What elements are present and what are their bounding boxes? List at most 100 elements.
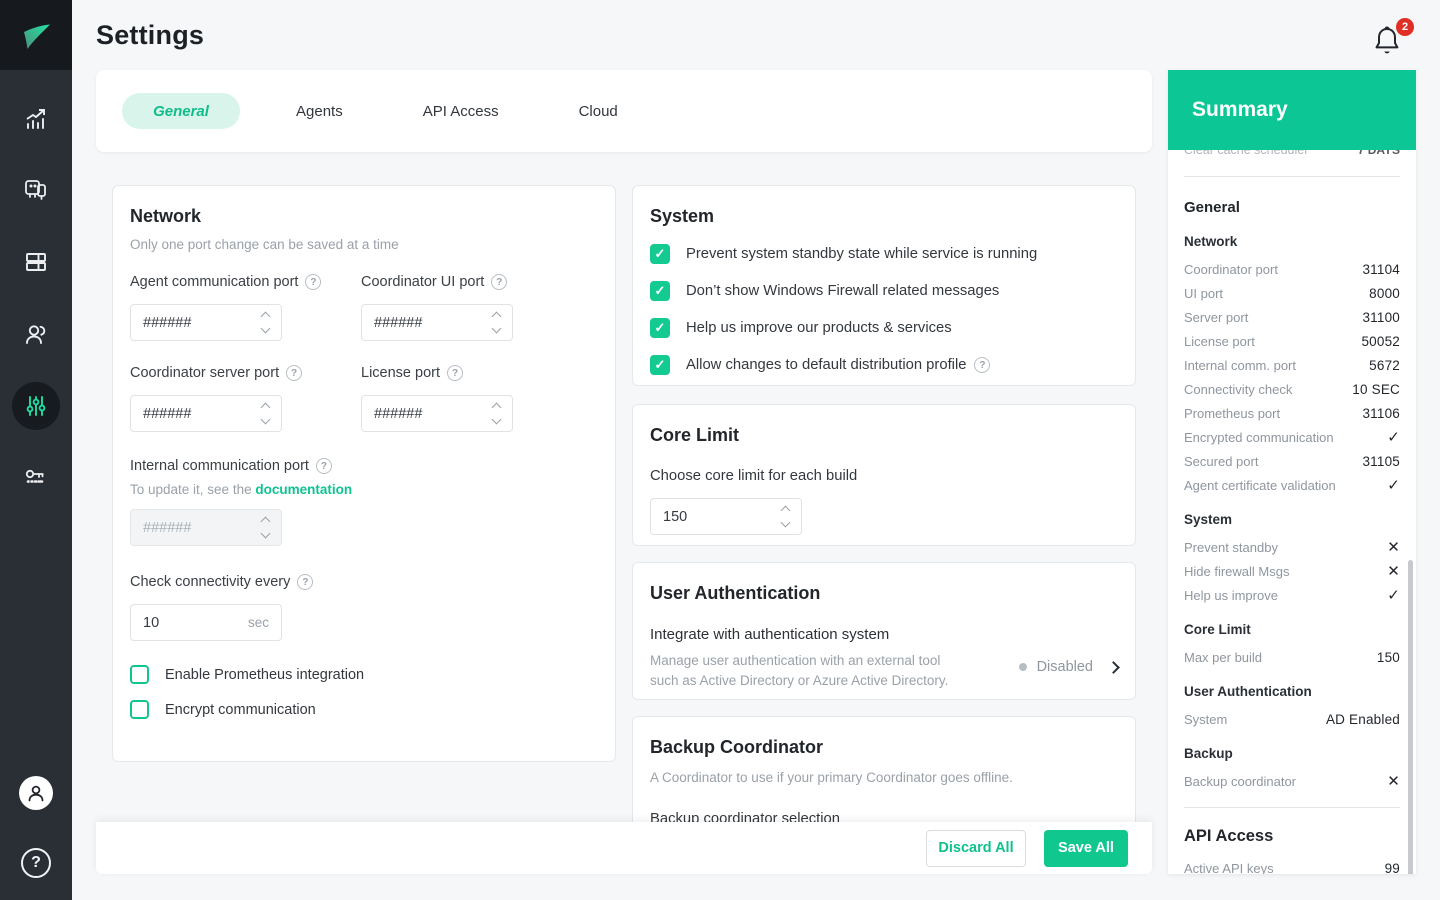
checkbox-unchecked[interactable] — [130, 665, 149, 684]
spinner-up-icon[interactable] — [491, 311, 502, 322]
help-icon[interactable]: ? — [21, 848, 51, 878]
summary-row: Backup — [1184, 741, 1400, 765]
connectivity-unit: sec — [247, 615, 269, 630]
agents-icon — [25, 180, 46, 200]
summary-row-value: AD Enabled — [1325, 711, 1400, 727]
summary-row-value: ✕ — [1387, 539, 1400, 556]
spinner-down-icon[interactable] — [491, 323, 502, 334]
spinner-down-icon[interactable] — [491, 414, 502, 425]
spinner-down-icon[interactable] — [780, 517, 791, 528]
user-auth-card: User Authentication Integrate with authe… — [632, 562, 1136, 700]
user-avatar[interactable] — [19, 776, 53, 810]
spinner-up-icon[interactable] — [260, 311, 271, 322]
summary-row: Prometheus port 31106 — [1184, 401, 1400, 425]
avatar-person-icon — [28, 785, 44, 802]
summary-row: Server port 31100 — [1184, 305, 1400, 329]
internal-port-value: ###### — [143, 519, 192, 536]
spinner-up-icon[interactable] — [780, 505, 791, 516]
checkbox-row[interactable]: ✓ Allow changes to default distribution … — [650, 355, 1118, 375]
port-input[interactable]: ###### — [361, 304, 513, 341]
help-tooltip-icon[interactable]: ? — [491, 274, 508, 290]
discard-all-button[interactable]: Discard All — [926, 829, 1026, 867]
connectivity-input[interactable]: 10 sec — [130, 604, 282, 641]
summary-row-label: Help us improve — [1184, 587, 1278, 603]
checkbox-checked[interactable]: ✓ — [650, 318, 670, 338]
checkbox-row[interactable]: ✓ Help us improve our products & service… — [650, 318, 1118, 338]
spinner-control[interactable] — [260, 311, 271, 334]
summary-row: Connectivity check 10 SEC — [1184, 377, 1400, 401]
auth-status-text: Disabled — [1036, 659, 1093, 676]
help-tooltip-icon[interactable]: ? — [447, 365, 463, 381]
checkbox-label: Encrypt communication — [165, 701, 316, 718]
summary-row-label: Max per build — [1184, 649, 1263, 665]
settings-tab[interactable]: General — [122, 93, 240, 129]
spinner-up-icon — [260, 516, 271, 527]
user-auth-title: User Authentication — [650, 583, 821, 603]
incredibuild-logo-icon — [24, 24, 50, 49]
spinner-control[interactable] — [491, 311, 502, 334]
settings-tab[interactable]: Agents — [272, 93, 367, 129]
checkbox-row[interactable]: Encrypt communication — [130, 700, 598, 719]
port-field: Agent communication port ? ###### — [130, 274, 361, 341]
port-input-value: ###### — [374, 405, 423, 422]
help-tooltip-icon[interactable]: ? — [305, 274, 322, 290]
summary-row — [1184, 176, 1400, 177]
checkbox-checked[interactable]: ✓ — [650, 355, 670, 375]
checkbox-row[interactable]: ✓ Prevent system standby state while ser… — [650, 244, 1118, 264]
help-tooltip-icon[interactable]: ? — [286, 365, 303, 381]
checkbox-label: Allow changes to default distribution pr… — [686, 357, 967, 373]
port-input[interactable]: ###### — [130, 304, 282, 341]
summary-row: User Authentication — [1184, 679, 1400, 703]
summary-row-label: Internal comm. port — [1184, 357, 1296, 373]
spinner-down-icon[interactable] — [260, 323, 271, 334]
settings-sliders-icon — [26, 396, 46, 416]
summary-row-label: General — [1184, 198, 1240, 216]
spinner-down-icon[interactable] — [260, 414, 271, 425]
summary-row-label: API Access — [1184, 826, 1274, 845]
checkbox-checked[interactable]: ✓ — [650, 244, 670, 264]
auth-status-control[interactable]: Disabled — [1018, 644, 1120, 690]
page-title: Settings — [96, 19, 205, 50]
spinner-up-icon[interactable] — [491, 402, 502, 413]
notifications-button[interactable]: 2 — [1372, 18, 1414, 60]
save-all-button[interactable]: Save All — [1044, 829, 1128, 867]
license-key-icon — [25, 469, 44, 483]
checkbox-checked[interactable]: ✓ — [650, 281, 670, 301]
checkbox-row[interactable]: Enable Prometheus integration — [130, 665, 598, 684]
sidebar-item-agents[interactable] — [12, 166, 60, 214]
sidebar-item-license[interactable] — [12, 454, 60, 502]
action-footer: Discard All Save All — [96, 822, 1152, 874]
settings-content: Network Only one port change can be save… — [96, 152, 1152, 874]
core-limit-label: Choose core limit for each build — [650, 468, 858, 484]
summary-scrollbar[interactable] — [1408, 560, 1413, 874]
documentation-link[interactable]: documentation — [255, 482, 352, 497]
help-tooltip-icon[interactable]: ? — [974, 357, 991, 373]
auth-description: Manage user authentication with an exter… — [650, 653, 949, 688]
spinner-up-icon[interactable] — [260, 402, 271, 413]
sidebar-item-analytics[interactable] — [12, 94, 60, 142]
port-field-label: Coordinator UI port — [361, 274, 485, 290]
summary-row-label: Prometheus port — [1184, 405, 1281, 421]
spinner-control[interactable] — [780, 505, 791, 528]
network-checkboxes: Enable Prometheus integration Encrypt co… — [130, 665, 598, 719]
sidebar-item-settings[interactable] — [12, 382, 60, 430]
help-tooltip-icon[interactable]: ? — [297, 574, 314, 590]
summary-clipped-row: Clear cache scheduler 7 DAYS — [1184, 150, 1400, 157]
port-input[interactable]: ###### — [361, 395, 513, 432]
spinner-control[interactable] — [491, 402, 502, 425]
spinner-down-icon — [260, 528, 271, 539]
summary-rows: General Network Coordinator port 31104 U… — [1184, 176, 1400, 874]
sidebar-item-builds[interactable] — [12, 238, 60, 286]
help-tooltip-icon[interactable]: ? — [315, 458, 332, 474]
app-logo[interactable] — [0, 0, 72, 70]
summary-row-label: System — [1184, 711, 1228, 727]
core-limit-input[interactable]: 150 — [650, 498, 802, 535]
settings-tab[interactable]: API Access — [399, 93, 523, 129]
network-card: Network Only one port change can be save… — [112, 185, 616, 762]
checkbox-unchecked[interactable] — [130, 700, 149, 719]
settings-tab[interactable]: Cloud — [555, 93, 642, 129]
sidebar-item-users[interactable] — [12, 310, 60, 358]
spinner-control[interactable] — [260, 402, 271, 425]
port-input[interactable]: ###### — [130, 395, 282, 432]
checkbox-row[interactable]: ✓ Don’t show Windows Firewall related me… — [650, 281, 1118, 301]
